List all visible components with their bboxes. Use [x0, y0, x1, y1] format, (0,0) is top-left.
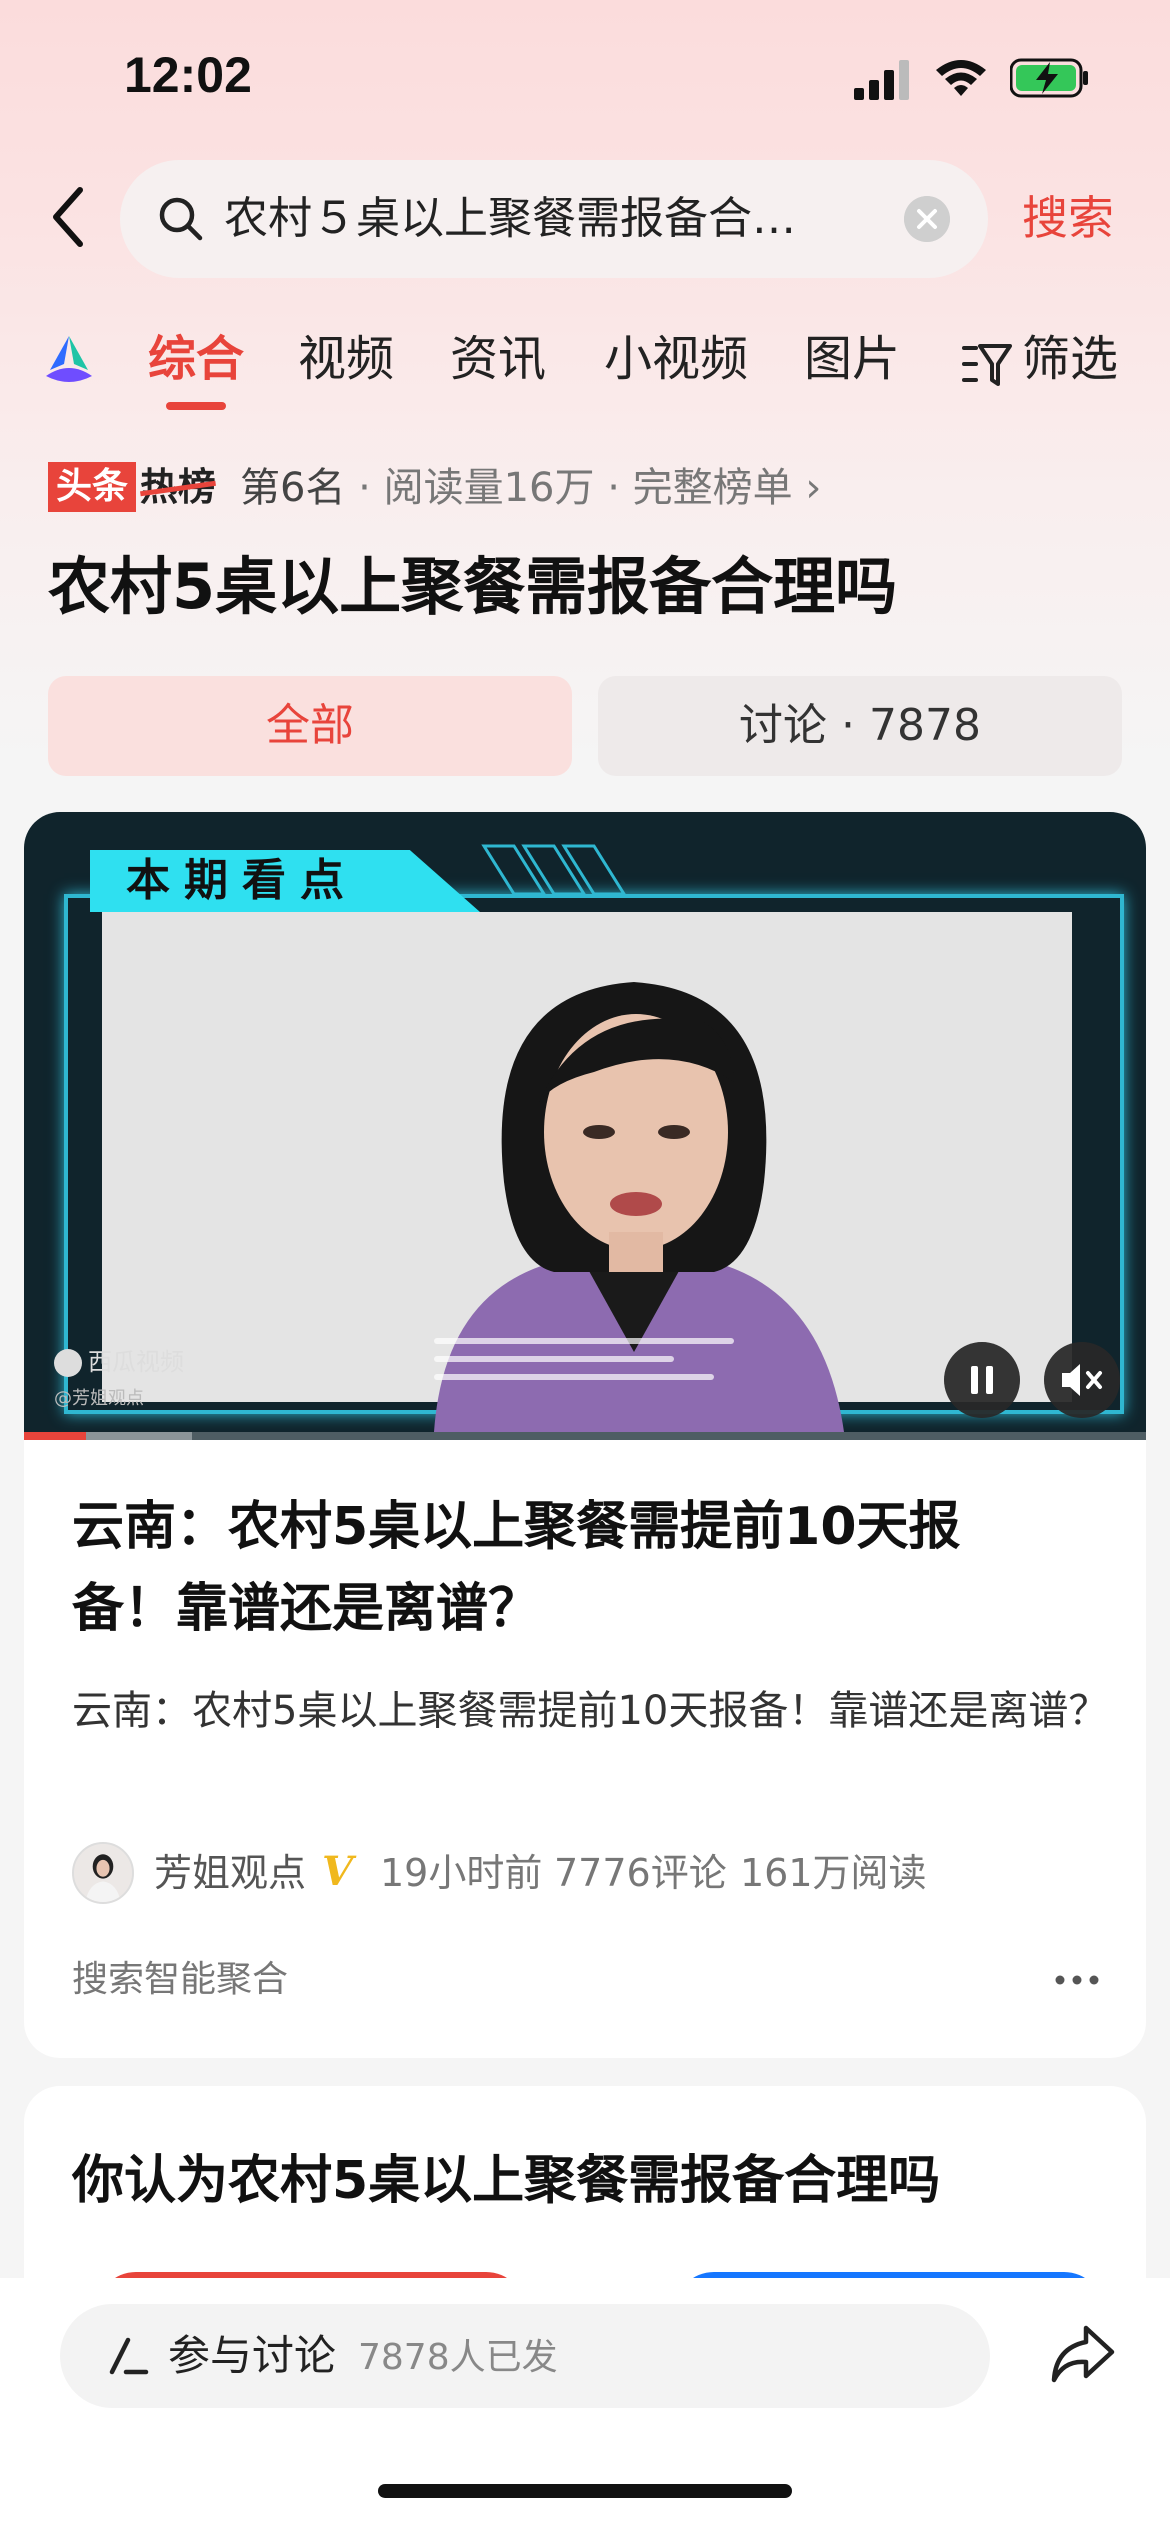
decorative-stripes — [481, 844, 627, 896]
status-bar: 12:02 — [0, 0, 1170, 150]
clear-icon[interactable] — [904, 196, 950, 242]
search-input[interactable]: 农村５桌以上聚餐需报备合… — [120, 160, 988, 278]
tab-short-video[interactable]: 小视频 — [604, 324, 748, 394]
author-name[interactable]: 芳姐观点 — [154, 1842, 306, 1904]
more-options-icon[interactable] — [1052, 1960, 1102, 2000]
video-progress — [24, 1432, 86, 1440]
hot-board-info[interactable]: 头条 热榜 第6名 · 阅读量16万 · 完整榜单 › — [48, 458, 1148, 518]
discussion-input[interactable]: 参与讨论 7878人已发 — [60, 2304, 990, 2408]
author-avatar[interactable] — [72, 1842, 134, 1904]
verified-icon: V — [322, 1848, 354, 1895]
tab-comprehensive[interactable]: 综合 — [148, 324, 244, 394]
active-tab-indicator — [166, 402, 226, 410]
poll-title: 你认为农村5桌以上聚餐需报备合理吗 — [72, 2151, 941, 2211]
article-time: 19小时前 — [380, 1851, 543, 1895]
tab-news[interactable]: 资讯 — [450, 324, 546, 394]
cellular-signal-icon — [854, 60, 909, 100]
mute-button[interactable] — [1044, 1342, 1120, 1418]
hot-rank: 第6名 — [240, 465, 346, 511]
video-player[interactable]: 本期看点 西瓜视频 @芳姐观点 — [24, 812, 1146, 1440]
search-query: 农村５桌以上聚餐需报备合… — [224, 193, 796, 244]
discuss-count: 7878人已发 — [358, 2337, 558, 2378]
tab-images[interactable]: 图片 — [804, 324, 900, 394]
category-tabs: 综合 视频 资讯 小视频 图片 筛选 — [0, 320, 1170, 420]
video-progress-bar[interactable] — [24, 1432, 1146, 1440]
video-highlight-label: 本期看点 — [90, 850, 480, 912]
battery-charging-icon — [1010, 58, 1088, 98]
hot-board-meta: 第6名 · 阅读量16万 · 完整榜单 › — [240, 458, 821, 518]
article-reads: 161万阅读 — [740, 1851, 927, 1895]
video-watermark: @芳姐观点 — [54, 1388, 144, 1409]
full-list-link[interactable]: 完整榜单 — [633, 465, 793, 511]
tab-video[interactable]: 视频 — [298, 324, 394, 394]
status-time: 12:02 — [124, 47, 252, 103]
toutiao-badge: 头条 — [48, 462, 137, 512]
wifi-icon — [936, 60, 986, 96]
hot-reads: · 阅读量16万 · — [358, 465, 620, 511]
article-title[interactable]: 云南：农村5桌以上聚餐需提前10天报备！靠谱还是离谱？ — [72, 1486, 1052, 1650]
caption-bars — [434, 1338, 734, 1380]
article-card[interactable]: 本期看点 西瓜视频 @芳姐观点 云南：农村5桌以上聚餐需提前10天报备！靠谱还是… — [24, 812, 1146, 2058]
topic-title: 农村5桌以上聚餐需报备合理吗 — [48, 550, 898, 623]
source-label: 搜索智能聚合 — [72, 1959, 289, 2000]
home-indicator — [378, 2484, 792, 2498]
chevron-right-icon: › — [805, 465, 822, 511]
article-meta: 芳姐观点 V 19小时前 7776评论 161万阅读 — [72, 1842, 1122, 1906]
segment-discuss[interactable]: 讨论 · 7878 — [598, 676, 1122, 776]
article-comments: 7776评论 — [554, 1851, 727, 1895]
filter-icon[interactable] — [962, 342, 1012, 388]
pen-icon — [109, 2337, 149, 2375]
bottom-bar: 参与讨论 7878人已发 — [0, 2278, 1170, 2532]
back-icon[interactable] — [44, 182, 94, 252]
discuss-label: 参与讨论 — [168, 2331, 337, 2380]
filter-button[interactable]: 筛选 — [1022, 324, 1118, 394]
hot-list-badge: 热榜 — [140, 462, 216, 512]
share-icon[interactable] — [1048, 2322, 1118, 2386]
search-icon — [159, 197, 203, 241]
pause-button[interactable] — [944, 1342, 1020, 1418]
play-circle-icon — [54, 1349, 82, 1377]
segment-all[interactable]: 全部 — [48, 676, 572, 776]
xigua-video-logo: 西瓜视频 — [54, 1342, 184, 1377]
search-button[interactable]: 搜索 — [1022, 186, 1114, 250]
platform-name: 西瓜视频 — [88, 1348, 184, 1376]
ai-assistant-icon[interactable] — [42, 334, 96, 386]
article-summary: 云南：农村5桌以上聚餐需提前10天报备！靠谱还是离谱？ — [72, 1688, 1109, 1734]
